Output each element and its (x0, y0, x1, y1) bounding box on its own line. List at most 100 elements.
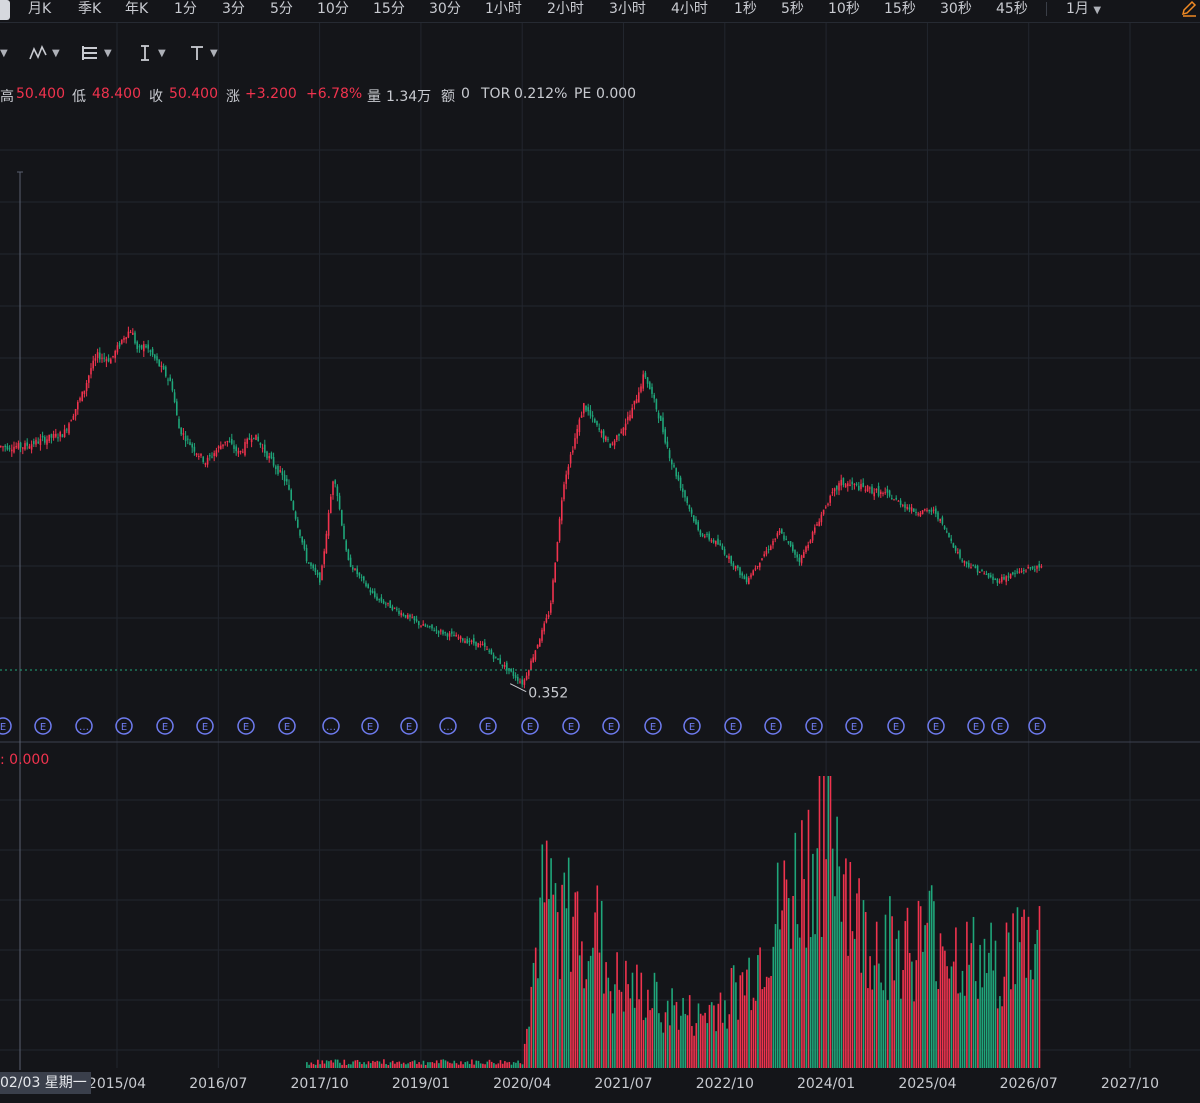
candle-body-67 (147, 344, 149, 349)
volume-bar-249 (853, 938, 856, 1068)
candle-body-167 (367, 584, 369, 589)
candle-body-7 (15, 446, 17, 448)
pencil-icon[interactable] (1180, 0, 1198, 18)
volume-bar-266 (891, 916, 893, 1068)
candle-body-17 (37, 441, 39, 444)
candle-body-270 (594, 419, 596, 423)
text-tool[interactable]: ▼ (188, 38, 218, 68)
candle-body-436 (959, 549, 961, 558)
volume-bar-317 (1003, 976, 1006, 1068)
period-11[interactable]: 3小时 (609, 0, 646, 20)
candle-body-408 (897, 500, 900, 502)
volume-bar-244 (842, 874, 845, 1068)
candle-body-48 (105, 359, 108, 362)
volume-bar-262 (882, 990, 885, 1068)
candle-body-192 (422, 623, 424, 626)
period-7[interactable]: 15分 (373, 0, 405, 20)
candle-body-317 (697, 521, 699, 531)
volume-bar-173 (686, 1015, 689, 1068)
tool-dropdown-0[interactable]: ▼ (0, 38, 8, 68)
period-3[interactable]: 1分 (174, 0, 197, 20)
candle-body-322 (708, 533, 710, 540)
volume-bar-48 (411, 1061, 414, 1068)
volume-bar-192 (728, 1014, 731, 1068)
candle-body-448 (985, 574, 988, 576)
candle-body-274 (602, 430, 605, 440)
indicator-tool[interactable]: ▼ (28, 38, 60, 68)
period-10[interactable]: 2小时 (547, 0, 584, 20)
candle-body-118 (259, 442, 262, 446)
period-18[interactable]: 45秒 (996, 0, 1028, 20)
period-4[interactable]: 3分 (222, 0, 245, 20)
volume-bar-165 (669, 1025, 671, 1068)
volume-panel-label: : 0.000 (0, 752, 50, 768)
candle-body-205 (451, 631, 453, 634)
period-0[interactable]: 月K (28, 0, 51, 20)
period-6[interactable]: 10分 (317, 0, 349, 20)
volume-bar-87 (497, 1063, 500, 1068)
candle-body-26 (57, 437, 59, 439)
volume-bar-168 (675, 1001, 678, 1068)
candle-body-320 (704, 536, 706, 538)
period-12[interactable]: 4小时 (671, 0, 708, 20)
volume-bar-81 (484, 1064, 486, 1068)
candle-body-333 (732, 563, 735, 567)
candle-body-325 (715, 540, 717, 545)
candle-body-191 (420, 625, 422, 627)
candle-body-421 (926, 509, 928, 511)
candle-body-413 (908, 507, 911, 510)
volume-bar-73 (466, 1061, 469, 1068)
x-tick-label-5: 2021/07 (594, 1076, 652, 1092)
candle-body-8 (17, 443, 20, 449)
candle-body-283 (622, 427, 625, 435)
candle-body-434 (954, 546, 957, 551)
x-tick-label-10: 2027/10 (1101, 1076, 1159, 1092)
volume-bar-170 (680, 1015, 682, 1068)
volume-bar-92 (508, 1061, 511, 1068)
candle-body-13 (28, 446, 31, 449)
period-5[interactable]: 5分 (270, 0, 293, 20)
period-2[interactable]: 年K (125, 0, 148, 20)
period-17[interactable]: 30秒 (940, 0, 972, 20)
volume-bar-216 (781, 910, 783, 1068)
candle-body-133 (292, 501, 295, 510)
candle-body-94 (206, 457, 209, 465)
period-16[interactable]: 15秒 (884, 0, 916, 20)
volume-bar-89 (501, 1063, 504, 1068)
candle-body-441 (970, 567, 972, 569)
candle-body-236 (519, 681, 521, 683)
volume-bar-146 (627, 984, 629, 1068)
period-15[interactable]: 10秒 (828, 0, 860, 20)
period-8[interactable]: 30分 (429, 0, 461, 20)
layout-tool[interactable]: ▼ (80, 38, 112, 68)
collapse-toggle[interactable] (0, 0, 10, 20)
candle-body-243 (534, 650, 537, 660)
candle-body-129 (283, 474, 286, 482)
candle-body-446 (981, 569, 983, 572)
volume-bar-325 (1021, 916, 1023, 1068)
period-9[interactable]: 1小时 (485, 0, 522, 20)
candle-body-340 (748, 578, 750, 584)
volume-bar-156 (649, 1010, 651, 1068)
candle-body-181 (398, 610, 400, 614)
volume-bar-311 (990, 922, 992, 1068)
volume-bar-55 (427, 1062, 429, 1068)
volume-bar-272 (904, 921, 907, 1068)
candle-body-378 (831, 492, 834, 494)
candle-body-383 (842, 477, 845, 486)
period-14[interactable]: 5秒 (781, 0, 804, 20)
volume-bar-234 (820, 936, 823, 1068)
candle-body-9 (19, 442, 22, 448)
candle-body-311 (684, 490, 686, 498)
candle-body-114 (250, 438, 253, 443)
candle-body-380 (836, 485, 838, 490)
period-dropdown[interactable]: 1月 ▼ (1066, 0, 1101, 20)
candle-body-82 (180, 427, 182, 435)
period-13[interactable]: 1秒 (734, 0, 757, 20)
candle-body-231 (508, 668, 510, 671)
period-1[interactable]: 季K (78, 0, 101, 20)
cursor-tool[interactable]: ▼ (136, 38, 166, 68)
volume-label: 量 (367, 89, 381, 105)
price-volume-chart[interactable]: 2015/04 2016/07 2017/10 2019/01 2020/04 2021/… (0, 0, 1200, 1103)
volume-bar-258 (873, 965, 876, 1068)
